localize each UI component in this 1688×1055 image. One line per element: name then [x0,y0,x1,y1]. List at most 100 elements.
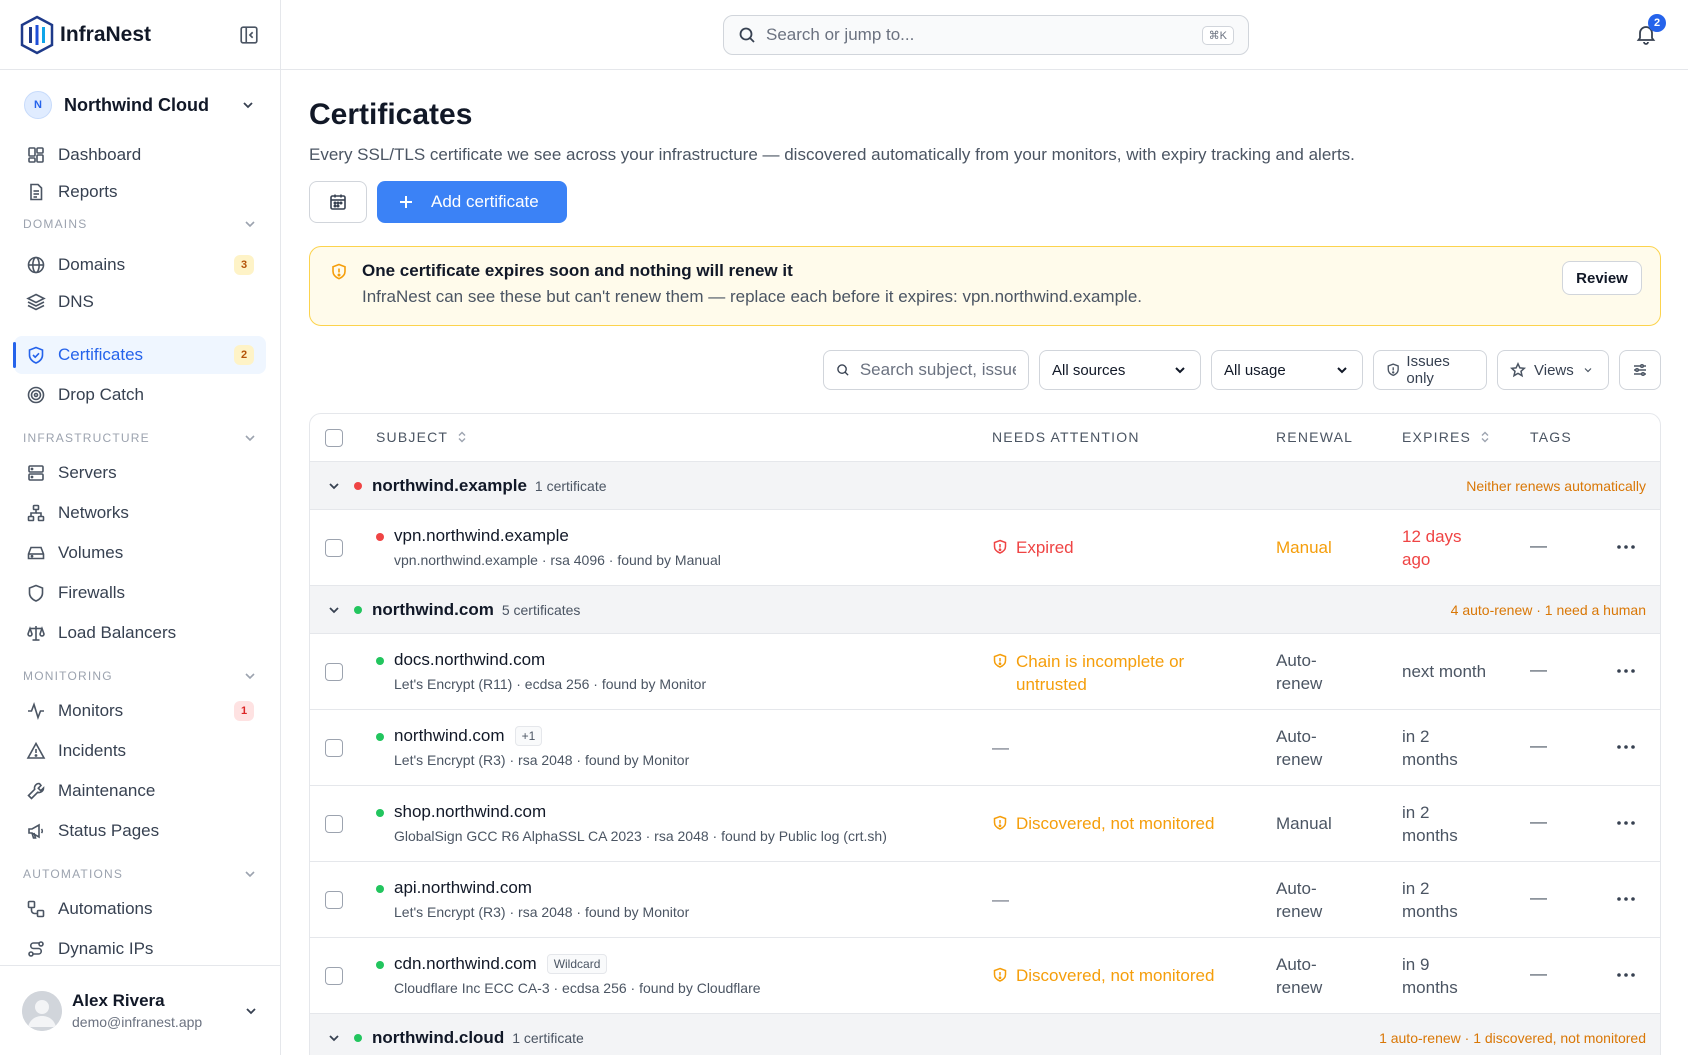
column-settings-button[interactable] [1619,350,1661,390]
section-header-domains[interactable]: DOMAINS [23,217,257,231]
global-search[interactable]: Search or jump to... ⌘K [723,15,1249,55]
table-row[interactable]: vpn.northwind.example vpn.northwind.exam… [310,510,1660,586]
sidebar-item-incidents[interactable]: Incidents [14,732,266,770]
group-header[interactable]: northwind.example 1 certificate Neither r… [310,462,1660,510]
sources-value: All sources [1052,361,1126,379]
row-checkbox[interactable] [325,539,343,557]
sidebar-item-maintenance[interactable]: Maintenance [14,772,266,810]
target-icon [27,386,45,404]
column-header-expires[interactable]: EXPIRES [1402,429,1491,445]
sources-select[interactable]: All sources [1039,350,1201,390]
sliders-icon [1634,363,1646,377]
org-switcher[interactable]: N Northwind Cloud [0,70,280,140]
attention-status: Discovered, not monitored [992,812,1214,835]
row-checkbox[interactable] [325,663,343,681]
certificate-subject[interactable]: northwind.com +1 [394,726,543,746]
more-icon[interactable] [1615,968,1637,982]
sidebar-item-load-balancers[interactable]: Load Balancers [14,614,266,652]
sidebar-item-label: Servers [58,463,117,482]
table-row[interactable]: api.northwind.com Let's Encrypt (R3) · r… [310,862,1660,938]
table-row[interactable]: docs.northwind.com Let's Encrypt (R11) ·… [310,634,1660,710]
section-header-automations[interactable]: AUTOMATIONS [23,867,257,881]
review-button[interactable]: Review [1562,261,1642,295]
table-row[interactable]: shop.northwind.com GlobalSign GCC R6 Alp… [310,786,1660,862]
chevron-down-icon [246,1007,256,1014]
sidebar-item-servers[interactable]: Servers [14,454,266,492]
sidebar-item-dynamic-ips[interactable]: Dynamic IPs [14,930,266,968]
certificate-subject[interactable]: cdn.northwind.com Wildcard [394,954,608,974]
certificate-subject[interactable]: docs.northwind.com [394,650,545,670]
user-name: Alex Rivera [72,991,165,1010]
more-icon[interactable] [1615,816,1637,830]
row-checkbox[interactable] [325,967,343,985]
views-label: Views [1534,361,1574,379]
row-checkbox[interactable] [325,739,343,757]
views-dropdown[interactable]: Views [1497,350,1609,390]
status-dot [376,657,384,665]
table-header: SUBJECT NEEDS ATTENTION RENEWAL EXPIRES … [310,414,1660,462]
expires-value: in 9 months [1402,955,1458,997]
sidebar-item-domains[interactable]: Domains 3 [14,246,266,284]
star-icon [1510,362,1526,378]
row-checkbox[interactable] [325,891,343,909]
chevron-down-icon[interactable] [327,479,341,493]
brand-name: InfraNest [60,22,152,46]
select-all-checkbox[interactable] [325,429,343,447]
column-header-subject[interactable]: SUBJECT [376,429,468,445]
sidebar-item-label: Automations [58,899,153,918]
add-certificate-button[interactable]: Add certificate [377,181,567,223]
sidebar-item-dns[interactable]: DNS [14,283,266,321]
certificate-subject[interactable]: vpn.northwind.example [394,526,569,546]
sidebar-item-volumes[interactable]: Volumes [14,534,266,572]
group-header[interactable]: northwind.cloud 1 certificate 1 auto-rene… [310,1014,1660,1055]
layers-icon [26,293,46,311]
sidebar-item-label: Drop Catch [58,385,144,404]
certificates-table: SUBJECT NEEDS ATTENTION RENEWAL EXPIRES … [309,413,1661,1055]
certificate-search-input[interactable]: Search subject, issuer... [823,350,1029,390]
section-header-infrastructure[interactable]: INFRASTRUCTURE [23,431,257,445]
add-certificate-label: Add certificate [431,192,539,211]
table-row[interactable]: northwind.com +1 Let's Encrypt (R3) · rsa… [310,710,1660,786]
avatar [22,990,62,1031]
sidebar-collapse-icon[interactable] [238,24,260,46]
sidebar-item-label: Reports [58,182,118,201]
more-icon[interactable] [1615,892,1637,906]
sidebar-item-label: Incidents [58,741,127,760]
more-icon[interactable] [1615,664,1637,678]
sidebar-item-certificates[interactable]: Certificates 2 [13,336,266,374]
group-header[interactable]: northwind.com 5 certificates 4 auto-renew… [310,586,1660,634]
certificate-subject[interactable]: shop.northwind.com [394,802,546,822]
column-label: TAGS [1530,429,1572,445]
chevron-down-icon[interactable] [327,603,341,617]
section-header-monitoring[interactable]: MONITORING [23,669,257,683]
chevron-down-icon [1337,367,1347,374]
chevron-down-icon[interactable] [327,1031,341,1045]
workflow-icon [27,900,45,918]
calendar-button[interactable] [309,181,367,223]
table-row[interactable]: cdn.northwind.com Wildcard Cloudflare Inc… [310,938,1660,1014]
org-avatar: N [24,91,52,119]
status-dot [376,885,384,893]
sidebar-item-monitors[interactable]: Monitors 1 [14,692,266,730]
sidebar-item-drop-catch[interactable]: Drop Catch [14,376,266,414]
issues-only-toggle[interactable]: Issues only [1373,350,1487,390]
row-checkbox[interactable] [325,815,343,833]
megaphone-icon [28,823,44,839]
sidebar-item-dashboard[interactable]: Dashboard [14,136,266,174]
more-icon[interactable] [1615,740,1637,754]
scale-icon [27,626,45,641]
sidebar-item-status-pages[interactable]: Status Pages [14,812,266,850]
more-icon[interactable] [1615,540,1637,554]
issues-only-label: Issues only [1406,353,1450,387]
certificate-meta: Let's Encrypt (R11) · ecdsa 256 · found … [394,676,707,692]
user-menu[interactable]: Alex Rivera demo@infranest.app [0,965,281,1055]
sidebar-item-reports[interactable]: Reports [14,173,266,211]
expires-value: in 2 months [1402,803,1458,845]
sidebar-item-automations[interactable]: Automations [14,890,266,928]
column-header-tags: TAGS [1530,429,1572,445]
sidebar-item-firewalls[interactable]: Firewalls [14,574,266,612]
certificate-subject[interactable]: api.northwind.com [394,878,532,898]
sidebar-item-networks[interactable]: Networks [14,494,266,532]
status-dot [376,961,384,969]
usage-select[interactable]: All usage [1211,350,1363,390]
